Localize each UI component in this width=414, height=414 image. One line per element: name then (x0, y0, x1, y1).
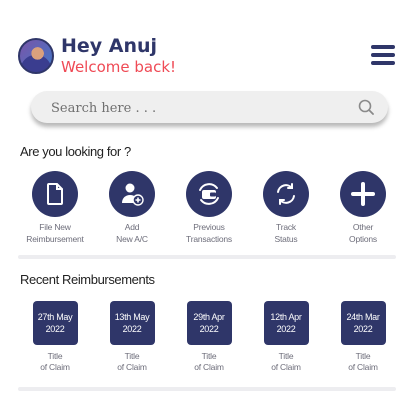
add-user-icon (109, 171, 155, 217)
file-new-reimbursement-button[interactable]: File New Reimbursement (17, 171, 93, 245)
reimbursement-date-year: 2022 (199, 324, 219, 334)
reimbursement-date: 12th Apr 2022 (263, 301, 309, 345)
reimbursement-date-year: 2022 (276, 324, 296, 334)
search-icon[interactable] (358, 99, 374, 115)
reimbursement-title-line1: Title (124, 351, 140, 361)
previous-transactions-button[interactable]: Previous Transactions (171, 171, 247, 245)
header: Hey Anuj Welcome back! (18, 36, 398, 80)
reimbursement-date-day: 29th Apr (193, 312, 225, 322)
reimbursement-card[interactable]: 12th Apr 2022 Title of Claim (248, 301, 324, 373)
action-label-line1: Add (124, 222, 140, 232)
action-label-line1: File New (39, 222, 71, 232)
reimbursement-date-year: 2022 (353, 324, 373, 334)
reimbursement-date-day: 27th May (37, 312, 73, 322)
reimbursement-date: 24th Mar 2022 (340, 301, 386, 345)
reimbursement-date-day: 12th Apr (270, 312, 302, 322)
recent-reimbursements-list: 27th May 2022 Title of Claim 13th May 20… (17, 301, 397, 381)
reimbursement-title-line2: of Claim (194, 362, 224, 372)
reimbursement-date-day: 24th Mar (346, 312, 380, 322)
reimbursement-title-line1: Title (355, 351, 371, 361)
reimbursement-title-line2: of Claim (271, 362, 301, 372)
reimbursement-card[interactable]: 24th Mar 2022 Title of Claim (325, 301, 401, 373)
reimbursement-date-day: 13th May (114, 312, 150, 322)
reimbursement-title-line1: Title (201, 351, 217, 361)
reimbursement-title-line1: Title (47, 351, 63, 361)
action-label-line1: Track (276, 222, 296, 232)
reimbursement-date: 29th Apr 2022 (186, 301, 232, 345)
reimbursement-card[interactable]: 27th May 2022 Title of Claim (17, 301, 93, 373)
reimbursement-date: 13th May 2022 (109, 301, 155, 345)
section-title-recent-reimbursements: Recent Reimbursements (20, 272, 155, 287)
search-bar (31, 91, 388, 123)
track-status-button[interactable]: Track Status (248, 171, 324, 245)
action-label-line2: Options (349, 234, 377, 244)
divider (18, 387, 396, 391)
document-icon (32, 171, 78, 217)
divider (18, 255, 396, 259)
action-label-line2: Transactions (186, 234, 232, 244)
reimbursement-date-year: 2022 (122, 324, 142, 334)
other-options-button[interactable]: Other Options (325, 171, 401, 245)
wallet-history-icon (186, 171, 232, 217)
hamburger-menu-icon[interactable] (371, 45, 395, 65)
action-label-line2: New A/C (116, 234, 148, 244)
reimbursement-card[interactable]: 13th May 2022 Title of Claim (94, 301, 170, 373)
refresh-icon (263, 171, 309, 217)
search-input[interactable] (49, 95, 353, 121)
section-title-looking-for: Are you looking for ? (20, 144, 131, 159)
reimbursement-date: 27th May 2022 (32, 301, 78, 345)
reimbursement-title-line2: of Claim (40, 362, 70, 372)
reimbursement-title-line2: of Claim (348, 362, 378, 372)
greeting-block: Hey Anuj Welcome back! (61, 36, 176, 77)
quick-actions: File New Reimbursement Add New A/C Previ… (17, 171, 397, 245)
greeting-title: Hey Anuj (61, 35, 158, 57)
plus-icon (340, 171, 386, 217)
action-label-line1: Previous (193, 222, 225, 232)
reimbursement-title-line2: of Claim (117, 362, 147, 372)
reimbursement-card[interactable]: 29th Apr 2022 Title of Claim (171, 301, 247, 373)
action-label-line2: Status (274, 234, 298, 244)
action-label-line1: Other (352, 222, 374, 232)
avatar[interactable] (18, 38, 54, 74)
greeting-subtitle: Welcome back! (61, 58, 177, 76)
reimbursement-title-line1: Title (278, 351, 294, 361)
action-label-line2: Reimbursement (26, 234, 84, 244)
reimbursement-date-year: 2022 (45, 324, 65, 334)
add-new-account-button[interactable]: Add New A/C (94, 171, 170, 245)
